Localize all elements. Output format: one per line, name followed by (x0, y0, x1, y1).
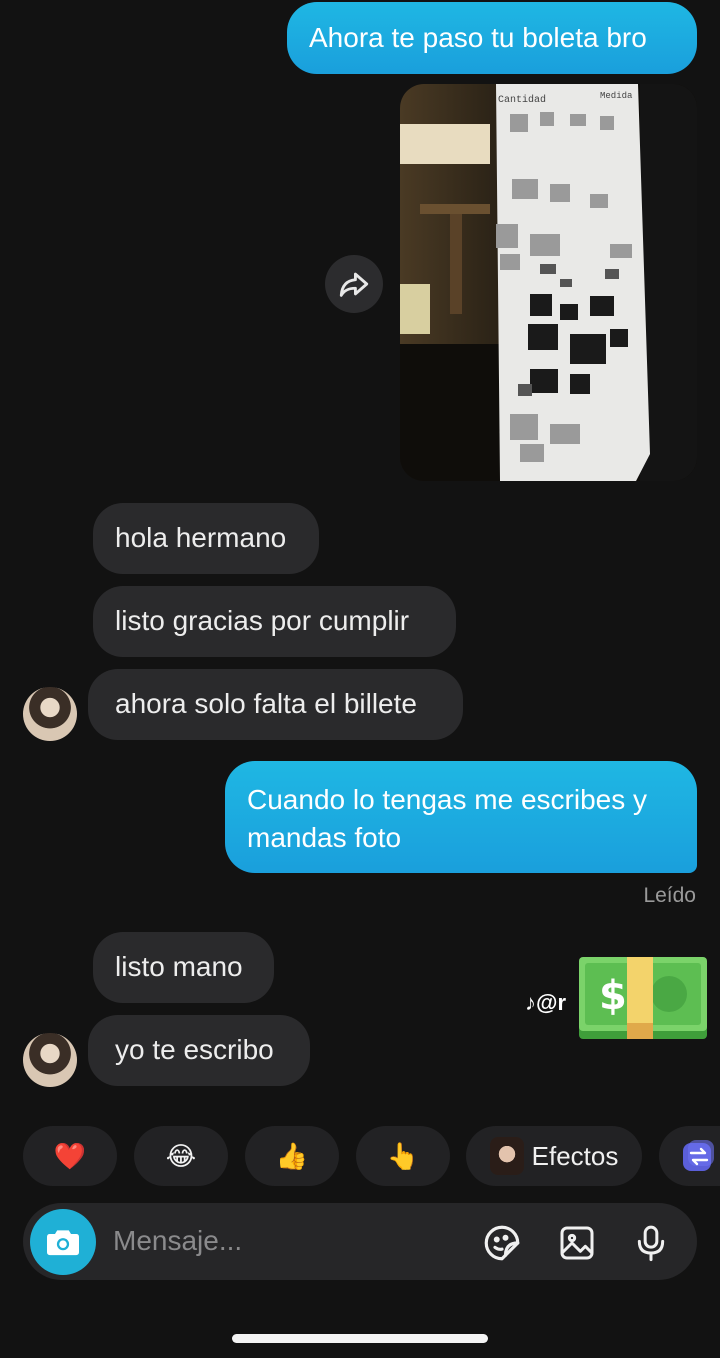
message-text: hola hermano (115, 522, 287, 553)
watermark-text: @r (536, 990, 567, 1015)
avatar[interactable] (23, 687, 77, 741)
tiktok-icon: ♪ (525, 990, 536, 1015)
received-message-bubble[interactable]: listo mano (93, 932, 274, 1003)
swap-apps-icon (683, 1140, 714, 1171)
reaction-bar: ❤️ 😂 👍 👆 Efectos (0, 1126, 720, 1186)
message-text: listo mano (115, 951, 243, 982)
more-reactions-button[interactable] (659, 1126, 720, 1186)
avatar[interactable] (23, 1033, 77, 1087)
gallery-button[interactable] (555, 1221, 599, 1265)
message-input[interactable] (113, 1221, 453, 1261)
effects-thumbnail-icon (489, 1137, 524, 1175)
receipt-photo[interactable]: Cantidad Medida (400, 84, 697, 481)
sticker-button[interactable] (480, 1221, 524, 1265)
effects-button[interactable]: Efectos (466, 1126, 642, 1186)
tiktok-watermark: ♪@r (525, 990, 566, 1016)
thumbs-up-reaction-button[interactable]: 👍 (245, 1126, 339, 1186)
receipt-header-right: Medida (600, 91, 633, 101)
received-message-bubble[interactable]: listo gracias por cumplir (93, 586, 456, 657)
thumbs-up-icon: 👍 (275, 1140, 309, 1171)
sticker-icon (484, 1225, 520, 1261)
message-text: listo gracias por cumplir (115, 605, 410, 636)
message-composer (23, 1203, 697, 1280)
money-sticker-icon[interactable]: $ (579, 957, 707, 1039)
heart-icon: ❤️ (53, 1140, 87, 1171)
laugh-reaction-button[interactable]: 😂 (134, 1126, 228, 1186)
effects-label: Efectos (531, 1140, 619, 1171)
camera-button[interactable] (30, 1209, 96, 1275)
laughing-face-icon: 😂 (165, 1140, 197, 1171)
message-text: ahora solo falta el billete (115, 688, 417, 719)
heart-reaction-button[interactable]: ❤️ (23, 1126, 117, 1186)
share-arrow-icon (339, 272, 369, 297)
message-text: Ahora te paso tu boleta bro (309, 22, 647, 53)
sent-message-bubble[interactable]: Cuando lo tengas me escribes y mandas fo… (225, 761, 697, 873)
camera-icon (47, 1230, 79, 1256)
message-text: Cuando lo tengas me escribes y mandas fo… (247, 784, 647, 853)
read-status: Leído (643, 884, 696, 907)
home-indicator[interactable] (232, 1334, 488, 1343)
message-text: yo te escribo (115, 1034, 274, 1065)
forward-button[interactable] (325, 255, 383, 313)
pointing-up-reaction-button[interactable]: 👆 (356, 1126, 450, 1186)
receipt-image: Cantidad Medida (400, 84, 697, 481)
svg-text:$: $ (599, 973, 627, 1019)
receipt-header-left: Cantidad (498, 94, 546, 106)
received-message-bubble[interactable]: ahora solo falta el billete (88, 669, 463, 740)
pointing-up-icon: 👆 (386, 1140, 420, 1171)
microphone-icon (637, 1225, 665, 1262)
sent-message-bubble[interactable]: Ahora te paso tu boleta bro (287, 2, 697, 74)
image-icon (560, 1226, 594, 1260)
received-message-bubble[interactable]: yo te escribo (88, 1015, 310, 1086)
microphone-button[interactable] (629, 1221, 673, 1265)
received-message-bubble[interactable]: hola hermano (93, 503, 319, 574)
